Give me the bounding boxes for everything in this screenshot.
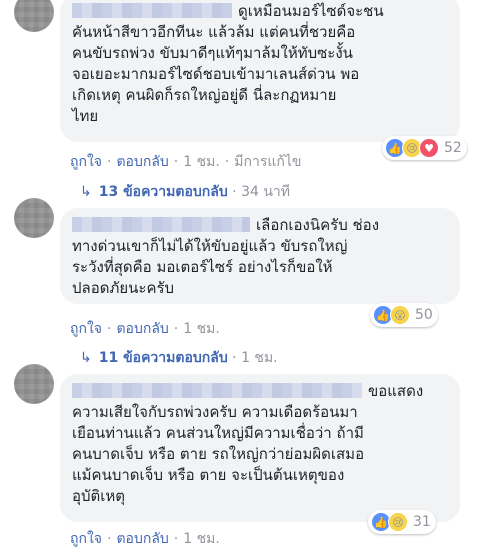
comment-text: คันหน้าสีขาวอีกทีนะ แล้วล้ม แต่คนที่ชวยค… (72, 23, 356, 41)
comment-text: ดูเหมือนมอร์ไซด์จะชน (238, 2, 384, 20)
comment-text: ระวังที่สุดคือ มอเตอร์ไซร์ อย่างไรก็ขอให… (72, 258, 333, 276)
separator: · (107, 321, 112, 337)
comment-text: คนบาดเจ็บ หรือ ตาย รถใหญ่กว่าย่อมผิดเสมอ (72, 445, 365, 463)
reaction-count: 52 (444, 140, 462, 156)
comment-text: จอเยอะมากมอร์ไซด์ชอบเข้ามาเลนส์ด่วน พอ (72, 65, 360, 83)
reactions-summary[interactable]: 👍 😢 31 (368, 510, 436, 534)
separator: · (173, 321, 179, 337)
timestamp[interactable]: 1 ชม. (183, 531, 220, 547)
avatar[interactable] (14, 0, 54, 32)
view-replies-link[interactable]: ↳ 11 ข้อความตอบกลับ · 1 ชม. (80, 347, 278, 369)
reaction-count: 50 (415, 307, 433, 323)
separator: · (227, 350, 242, 366)
replies-time: 1 ชม. (241, 350, 278, 366)
edited-label[interactable]: มีการแก้ไข (234, 154, 301, 170)
like-link[interactable]: ถูกใจ (70, 531, 102, 547)
comment-line: ดูเหมือนมอร์ไซด์จะชน (72, 1, 448, 22)
commenter-name-blurred[interactable] (72, 217, 250, 232)
separator: · (224, 154, 230, 170)
comment-line: เลือกเองนิครับ ช่อง (72, 215, 448, 236)
comment-text: เกิดเหตุ คนผิดก็รถใหญ่อยู่ดี นี่ละกฏหมาย (72, 86, 337, 104)
comment-text: ทางด่วนเขาก็ไม่ได้ให้ขับอยู่แล้ว ขับรถให… (72, 237, 348, 255)
comment-text: เยือนท่านแล้ว คนส่วนใหญ่มีความเชื่อว่า ถ… (72, 424, 364, 442)
commenter-name-blurred[interactable] (72, 383, 362, 398)
commenter-name-blurred[interactable] (72, 3, 232, 18)
replies-count: 13 ข้อความตอบกลับ (98, 184, 228, 200)
separator: · (107, 531, 112, 547)
like-link[interactable]: ถูกใจ (70, 321, 102, 337)
sad-reaction-icon: 😢 (388, 512, 408, 532)
reply-arrow-icon: ↳ (80, 184, 92, 200)
comment-text: ไทย (72, 107, 99, 125)
comment-text: คนขับรถพ่วง ขับมาดีๆแท้ๆมาล้มให้ทับซะงั้… (72, 44, 353, 62)
timestamp[interactable]: 1 ชม. (183, 154, 220, 170)
separator: · (107, 154, 112, 170)
comment-text: ความเสียใจกับรถพ่วงครับ ความเดือดร้อนมา (72, 403, 358, 421)
comment-bubble: เลือกเองนิครับ ช่อง ทางด่วนเขาก็ไม่ได้ให… (60, 208, 460, 304)
reaction-count: 31 (413, 514, 431, 530)
reply-link[interactable]: ตอบกลับ (116, 154, 168, 170)
comment-line: ขอแสดง (72, 381, 448, 402)
comment-text: ปลอดภัยนะครับ (72, 279, 175, 297)
comment-text: อุบัติเหตุ (72, 487, 126, 505)
comment-text: ขอแสดง (368, 382, 424, 400)
replies-time: 34 นาที (241, 184, 291, 200)
reactions-summary[interactable]: 👍 😮 50 (370, 303, 438, 327)
comment-actions: ถูกใจ · ตอบกลับ · 1 ชม. (70, 528, 220, 550)
reply-link[interactable]: ตอบกลับ (116, 321, 168, 337)
love-reaction-icon: ♥ (419, 138, 439, 158)
comment-actions: ถูกใจ · ตอบกลับ · 1 ชม. (70, 318, 220, 340)
separator: · (173, 531, 179, 547)
avatar[interactable] (14, 198, 54, 238)
comment-actions: ถูกใจ · ตอบกลับ · 1 ชม. · มีการแก้ไข (70, 151, 301, 173)
wow-reaction-icon: 😮 (390, 305, 410, 325)
avatar[interactable] (14, 364, 54, 404)
reactions-summary[interactable]: 👍 😢 ♥ 52 (382, 136, 467, 160)
replies-count: 11 ข้อความตอบกลับ (98, 350, 228, 366)
view-replies-link[interactable]: ↳ 13 ข้อความตอบกลับ · 34 นาที (80, 181, 290, 203)
comment-bubble: ขอแสดง ความเสียใจกับรถพ่วงครับ ความเดือด… (60, 374, 460, 522)
like-link[interactable]: ถูกใจ (70, 154, 102, 170)
timestamp[interactable]: 1 ชม. (183, 321, 220, 337)
separator: · (173, 154, 179, 170)
reply-link[interactable]: ตอบกลับ (116, 531, 168, 547)
comment-text: เลือกเองนิครับ ช่อง (256, 216, 380, 234)
separator: · (227, 184, 242, 200)
comment-text: แม้คนบาดเจ็บ หรือ ตาย จะเป็นต้นเหตุของ (72, 466, 345, 484)
reply-arrow-icon: ↳ (80, 350, 92, 366)
comment-bubble: ดูเหมือนมอร์ไซด์จะชน คันหน้าสีขาวอีกทีนะ… (60, 0, 460, 142)
